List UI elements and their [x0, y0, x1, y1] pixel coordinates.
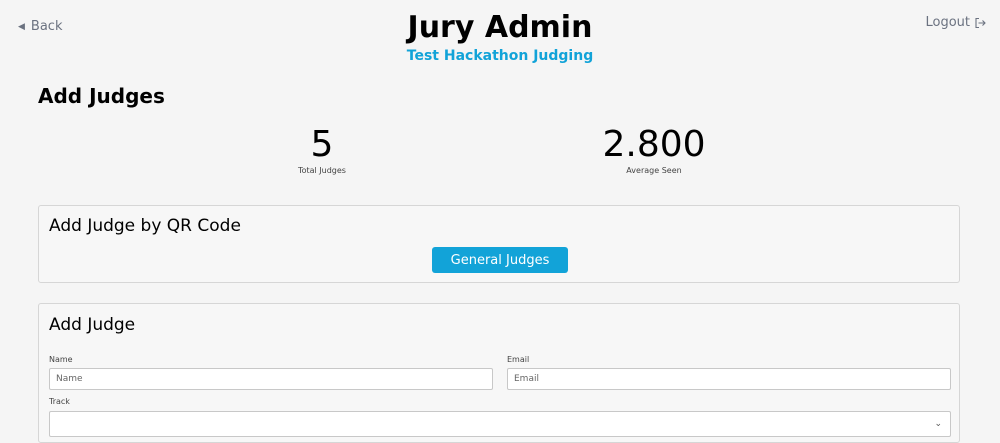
track-select[interactable]: ⌄ — [49, 411, 951, 437]
stat-value: 2.800 — [602, 124, 706, 165]
app-subtitle: Test Hackathon Judging — [406, 48, 594, 64]
add-judge-title: Add Judge — [49, 315, 136, 335]
stat-average-seen: 2.800 Average Seen — [554, 124, 754, 175]
page-title: Add Judges — [38, 84, 165, 108]
email-input[interactable] — [507, 368, 951, 390]
app-title: Jury Admin — [407, 10, 593, 45]
qr-card-title: Add Judge by QR Code — [49, 216, 241, 236]
add-judge-card: Add Judge Name Email Track ⌄ — [38, 303, 960, 443]
stat-value: 5 — [310, 124, 334, 165]
general-judges-button[interactable]: General Judges — [432, 247, 568, 273]
stat-label: Average Seen — [626, 166, 682, 175]
app-header: Jury Admin Test Hackathon Judging — [0, 10, 1000, 64]
track-label: Track — [49, 397, 70, 406]
qr-card: Add Judge by QR Code General Judges — [38, 205, 960, 283]
email-label: Email — [507, 355, 530, 364]
name-input[interactable] — [49, 368, 493, 390]
stat-label: Total Judges — [298, 166, 346, 175]
chevron-down-icon: ⌄ — [934, 419, 942, 429]
name-label: Name — [49, 355, 73, 364]
stat-total-judges: 5 Total Judges — [222, 124, 422, 175]
